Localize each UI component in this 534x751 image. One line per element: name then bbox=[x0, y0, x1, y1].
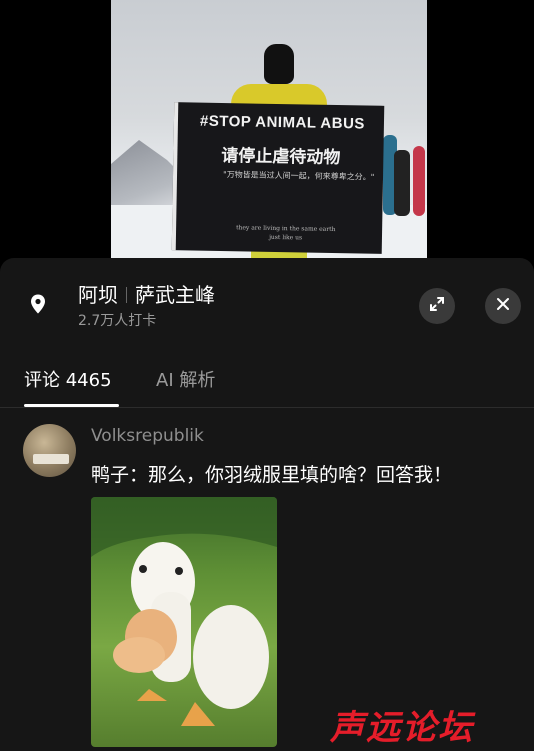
banner-footer-line-2: just like us bbox=[269, 233, 303, 242]
forum-watermark: 声远论坛 bbox=[330, 708, 474, 748]
comment-image[interactable] bbox=[91, 497, 277, 747]
title-divider bbox=[126, 287, 127, 303]
banner-title: #STOP ANIMAL ABUS bbox=[199, 112, 366, 133]
tab-comments[interactable]: 评论 4465 bbox=[24, 366, 112, 392]
banner-chinese-text: 请停止虐待动物 bbox=[221, 146, 341, 169]
location-peak: 萨武主峰 bbox=[135, 283, 215, 307]
bystander bbox=[413, 146, 425, 216]
expand-icon bbox=[429, 296, 445, 316]
active-tab-indicator bbox=[24, 404, 119, 407]
duck-photo bbox=[91, 497, 277, 726]
banner-quote: "万物皆是当过人间一起，何来尊卑之分。" bbox=[222, 170, 375, 182]
banner-footer: they are living in the same earth just l… bbox=[236, 223, 336, 243]
post-photo[interactable]: #STOP ANIMAL ABUS 请停止虐待动物 "万物皆是当过人间一起，何来… bbox=[111, 0, 427, 262]
location-header[interactable]: 阿坝 萨武主峰 2.7万人打卡 bbox=[0, 278, 534, 330]
comment-username[interactable]: Volksrepublik bbox=[91, 426, 204, 446]
close-icon bbox=[495, 296, 511, 316]
map-pin-icon bbox=[27, 293, 49, 315]
location-region: 阿坝 bbox=[78, 283, 118, 307]
protest-banner: #STOP ANIMAL ABUS 请停止虐待动物 "万物皆是当过人间一起，何来… bbox=[171, 102, 385, 254]
tab-ai-analysis[interactable]: AI 解析 bbox=[156, 366, 215, 392]
expand-button[interactable] bbox=[419, 288, 455, 324]
location-comments-panel: 阿坝 萨武主峰 2.7万人打卡 评论 4465 AI 解析 Volksrepubl… bbox=[0, 258, 534, 751]
checkin-count: 2.7万人打卡 bbox=[78, 313, 157, 329]
avatar[interactable] bbox=[23, 424, 76, 477]
close-button[interactable] bbox=[485, 288, 521, 324]
post-photo-area: #STOP ANIMAL ABUS 请停止虐待动物 "万物皆是当过人间一起，何来… bbox=[0, 0, 534, 262]
bystander bbox=[394, 150, 410, 216]
panel-tabs: 评论 4465 AI 解析 bbox=[0, 358, 534, 408]
comment-text: 鸭子：那么，你羽绒服里填的啥？回答我！ bbox=[91, 464, 453, 486]
location-name: 阿坝 萨武主峰 bbox=[78, 279, 215, 308]
person-head bbox=[264, 44, 294, 84]
